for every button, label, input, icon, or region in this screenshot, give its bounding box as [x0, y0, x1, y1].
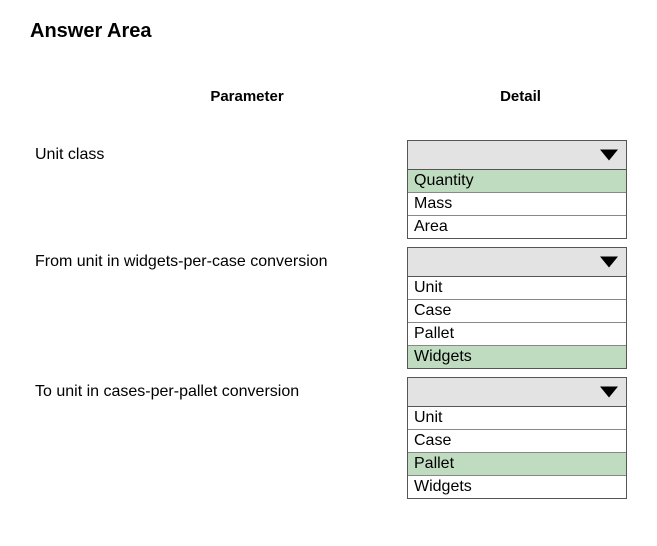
dropdown-option[interactable]: Quantity	[408, 170, 626, 193]
columns-header: Parameter Detail	[30, 88, 627, 105]
dropdown-option[interactable]: Widgets	[408, 346, 626, 368]
dropdown-options: QuantityMassArea	[407, 170, 627, 239]
parameter-row: From unit in widgets-per-case conversion…	[30, 247, 627, 369]
dropdown-options: UnitCasePalletWidgets	[407, 277, 627, 369]
dropdown-options: UnitCasePalletWidgets	[407, 407, 627, 499]
detail-header: Detail	[414, 88, 627, 105]
chevron-down-icon	[600, 387, 618, 398]
chevron-down-icon	[600, 257, 618, 268]
parameter-header: Parameter	[30, 88, 414, 105]
dropdown-option[interactable]: Widgets	[408, 476, 626, 498]
dropdown-option[interactable]: Mass	[408, 193, 626, 216]
dropdown-option[interactable]: Pallet	[408, 323, 626, 346]
dropdown-select[interactable]	[407, 140, 627, 170]
page-title: Answer Area	[30, 20, 627, 43]
dropdown-option[interactable]: Pallet	[408, 453, 626, 476]
chevron-down-icon	[600, 150, 618, 161]
detail-column: QuantityMassArea	[407, 140, 627, 239]
parameter-label: Unit class	[30, 140, 407, 164]
dropdown-option[interactable]: Case	[408, 300, 626, 323]
parameter-row: Unit classQuantityMassArea	[30, 140, 627, 239]
dropdown-option[interactable]: Area	[408, 216, 626, 238]
parameter-label: To unit in cases-per-pallet conversion	[30, 377, 407, 401]
dropdown-option[interactable]: Unit	[408, 407, 626, 430]
parameter-row: To unit in cases-per-pallet conversionUn…	[30, 377, 627, 499]
dropdown-option[interactable]: Unit	[408, 277, 626, 300]
detail-column: UnitCasePalletWidgets	[407, 247, 627, 369]
dropdown-option[interactable]: Case	[408, 430, 626, 453]
parameter-label: From unit in widgets-per-case conversion	[30, 247, 407, 271]
dropdown-select[interactable]	[407, 247, 627, 277]
detail-column: UnitCasePalletWidgets	[407, 377, 627, 499]
dropdown-select[interactable]	[407, 377, 627, 407]
